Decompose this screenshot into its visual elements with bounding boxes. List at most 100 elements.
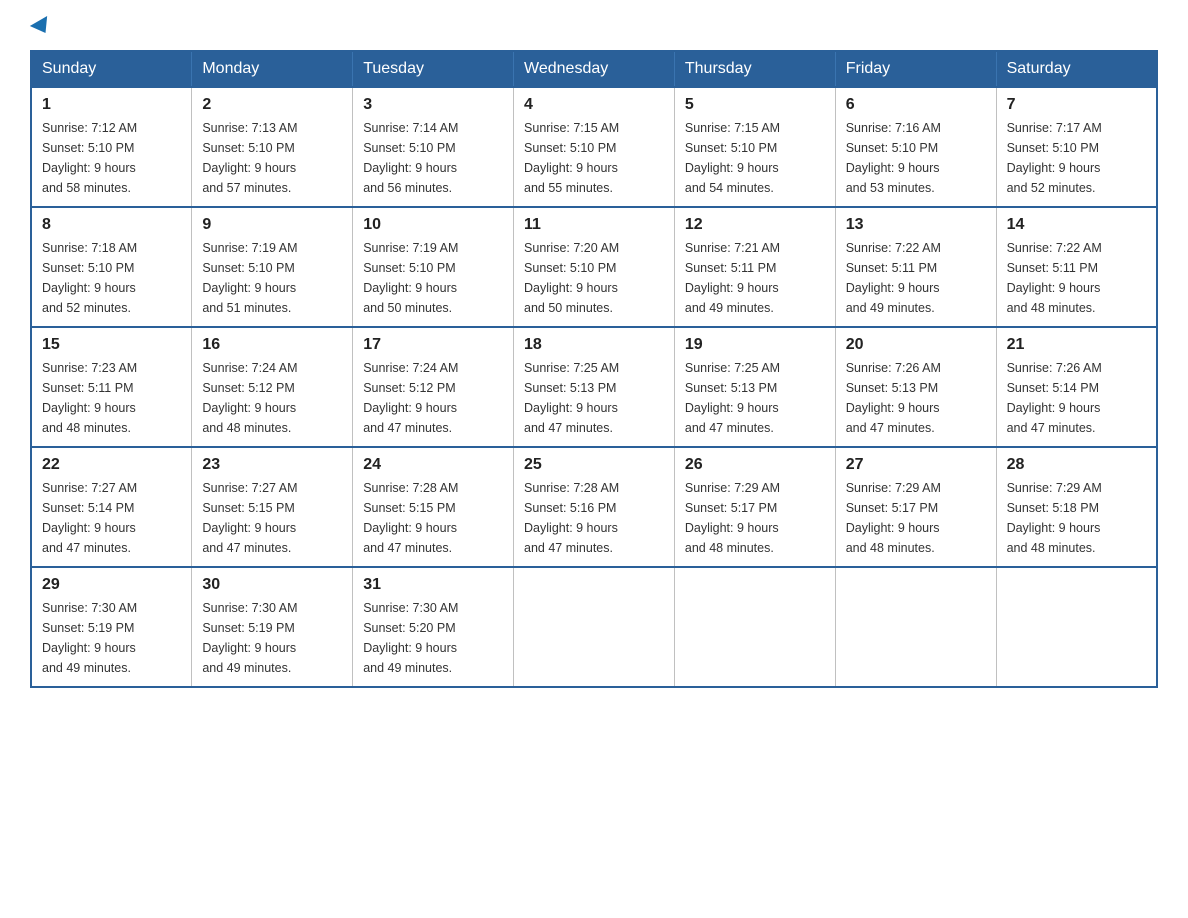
day-detail: Sunrise: 7:25 AMSunset: 5:13 PMDaylight:…	[685, 358, 825, 438]
day-detail: Sunrise: 7:27 AMSunset: 5:15 PMDaylight:…	[202, 478, 342, 558]
weekday-header-wednesday: Wednesday	[514, 51, 675, 87]
day-detail: Sunrise: 7:15 AMSunset: 5:10 PMDaylight:…	[524, 118, 664, 198]
calendar-cell: 11Sunrise: 7:20 AMSunset: 5:10 PMDayligh…	[514, 207, 675, 327]
calendar-cell: 6 Sunrise: 7:16 AMSunset: 5:10 PMDaylight…	[835, 87, 996, 207]
day-detail: Sunrise: 7:13 AMSunset: 5:10 PMDaylight:…	[202, 118, 342, 198]
day-number: 6	[846, 96, 986, 114]
day-number: 8	[42, 216, 181, 234]
logo-triangle-icon	[30, 16, 54, 38]
day-number: 5	[685, 96, 825, 114]
day-detail: Sunrise: 7:19 AMSunset: 5:10 PMDaylight:…	[202, 238, 342, 318]
day-detail: Sunrise: 7:17 AMSunset: 5:10 PMDaylight:…	[1007, 118, 1146, 198]
calendar-cell: 19 Sunrise: 7:25 AMSunset: 5:13 PMDayligh…	[674, 327, 835, 447]
weekday-header-sunday: Sunday	[31, 51, 192, 87]
calendar-cell: 21 Sunrise: 7:26 AMSunset: 5:14 PMDayligh…	[996, 327, 1157, 447]
day-detail: Sunrise: 7:29 AMSunset: 5:17 PMDaylight:…	[685, 478, 825, 558]
calendar-cell: 14Sunrise: 7:22 AMSunset: 5:11 PMDayligh…	[996, 207, 1157, 327]
day-number: 21	[1007, 336, 1146, 354]
calendar-cell: 9 Sunrise: 7:19 AMSunset: 5:10 PMDaylight…	[192, 207, 353, 327]
day-detail: Sunrise: 7:12 AMSunset: 5:10 PMDaylight:…	[42, 118, 181, 198]
day-detail: Sunrise: 7:30 AMSunset: 5:19 PMDaylight:…	[202, 598, 342, 678]
day-detail: Sunrise: 7:26 AMSunset: 5:13 PMDaylight:…	[846, 358, 986, 438]
day-detail: Sunrise: 7:28 AMSunset: 5:15 PMDaylight:…	[363, 478, 503, 558]
calendar-week-row: 1 Sunrise: 7:12 AMSunset: 5:10 PMDaylight…	[31, 87, 1157, 207]
day-number: 25	[524, 456, 664, 474]
day-detail: Sunrise: 7:28 AMSunset: 5:16 PMDaylight:…	[524, 478, 664, 558]
calendar-cell	[514, 567, 675, 687]
day-detail: Sunrise: 7:30 AMSunset: 5:20 PMDaylight:…	[363, 598, 503, 678]
page-header	[30, 20, 1158, 34]
calendar-week-row: 22 Sunrise: 7:27 AMSunset: 5:14 PMDayligh…	[31, 447, 1157, 567]
calendar-cell: 27 Sunrise: 7:29 AMSunset: 5:17 PMDayligh…	[835, 447, 996, 567]
calendar-cell: 3Sunrise: 7:14 AMSunset: 5:10 PMDaylight…	[353, 87, 514, 207]
day-number: 15	[42, 336, 181, 354]
weekday-header-friday: Friday	[835, 51, 996, 87]
day-detail: Sunrise: 7:25 AMSunset: 5:13 PMDaylight:…	[524, 358, 664, 438]
calendar-cell	[996, 567, 1157, 687]
day-detail: Sunrise: 7:24 AMSunset: 5:12 PMDaylight:…	[363, 358, 503, 438]
calendar-cell: 16Sunrise: 7:24 AMSunset: 5:12 PMDayligh…	[192, 327, 353, 447]
calendar-cell: 22 Sunrise: 7:27 AMSunset: 5:14 PMDayligh…	[31, 447, 192, 567]
weekday-header-thursday: Thursday	[674, 51, 835, 87]
calendar-week-row: 15 Sunrise: 7:23 AMSunset: 5:11 PMDayligh…	[31, 327, 1157, 447]
day-detail: Sunrise: 7:18 AMSunset: 5:10 PMDaylight:…	[42, 238, 181, 318]
calendar-cell: 5 Sunrise: 7:15 AMSunset: 5:10 PMDaylight…	[674, 87, 835, 207]
calendar-cell	[835, 567, 996, 687]
day-number: 27	[846, 456, 986, 474]
day-detail: Sunrise: 7:16 AMSunset: 5:10 PMDaylight:…	[846, 118, 986, 198]
calendar-cell: 7 Sunrise: 7:17 AMSunset: 5:10 PMDaylight…	[996, 87, 1157, 207]
day-number: 18	[524, 336, 664, 354]
day-number: 22	[42, 456, 181, 474]
day-number: 16	[202, 336, 342, 354]
day-detail: Sunrise: 7:19 AMSunset: 5:10 PMDaylight:…	[363, 238, 503, 318]
logo	[30, 20, 52, 34]
calendar-cell: 2Sunrise: 7:13 AMSunset: 5:10 PMDaylight…	[192, 87, 353, 207]
calendar-cell: 18 Sunrise: 7:25 AMSunset: 5:13 PMDayligh…	[514, 327, 675, 447]
day-detail: Sunrise: 7:14 AMSunset: 5:10 PMDaylight:…	[363, 118, 503, 198]
day-detail: Sunrise: 7:26 AMSunset: 5:14 PMDaylight:…	[1007, 358, 1146, 438]
day-number: 1	[42, 96, 181, 114]
calendar-cell: 13Sunrise: 7:22 AMSunset: 5:11 PMDayligh…	[835, 207, 996, 327]
calendar-cell: 26Sunrise: 7:29 AMSunset: 5:17 PMDayligh…	[674, 447, 835, 567]
day-number: 9	[202, 216, 342, 234]
calendar-cell: 25 Sunrise: 7:28 AMSunset: 5:16 PMDayligh…	[514, 447, 675, 567]
calendar-cell: 12Sunrise: 7:21 AMSunset: 5:11 PMDayligh…	[674, 207, 835, 327]
weekday-header-tuesday: Tuesday	[353, 51, 514, 87]
day-number: 4	[524, 96, 664, 114]
day-detail: Sunrise: 7:29 AMSunset: 5:18 PMDaylight:…	[1007, 478, 1146, 558]
day-detail: Sunrise: 7:21 AMSunset: 5:11 PMDaylight:…	[685, 238, 825, 318]
calendar-cell: 24Sunrise: 7:28 AMSunset: 5:15 PMDayligh…	[353, 447, 514, 567]
day-number: 31	[363, 576, 503, 594]
calendar-cell: 1 Sunrise: 7:12 AMSunset: 5:10 PMDaylight…	[31, 87, 192, 207]
day-number: 23	[202, 456, 342, 474]
calendar-cell	[674, 567, 835, 687]
calendar-table: SundayMondayTuesdayWednesdayThursdayFrid…	[30, 50, 1158, 688]
day-detail: Sunrise: 7:27 AMSunset: 5:14 PMDaylight:…	[42, 478, 181, 558]
calendar-cell: 31 Sunrise: 7:30 AMSunset: 5:20 PMDayligh…	[353, 567, 514, 687]
day-detail: Sunrise: 7:15 AMSunset: 5:10 PMDaylight:…	[685, 118, 825, 198]
weekday-header-row: SundayMondayTuesdayWednesdayThursdayFrid…	[31, 51, 1157, 87]
calendar-cell: 29 Sunrise: 7:30 AMSunset: 5:19 PMDayligh…	[31, 567, 192, 687]
calendar-cell: 15 Sunrise: 7:23 AMSunset: 5:11 PMDayligh…	[31, 327, 192, 447]
calendar-cell: 10 Sunrise: 7:19 AMSunset: 5:10 PMDayligh…	[353, 207, 514, 327]
day-number: 19	[685, 336, 825, 354]
weekday-header-monday: Monday	[192, 51, 353, 87]
calendar-body: 1 Sunrise: 7:12 AMSunset: 5:10 PMDaylight…	[31, 87, 1157, 687]
day-detail: Sunrise: 7:29 AMSunset: 5:17 PMDaylight:…	[846, 478, 986, 558]
day-number: 28	[1007, 456, 1146, 474]
calendar-week-row: 29 Sunrise: 7:30 AMSunset: 5:19 PMDayligh…	[31, 567, 1157, 687]
calendar-cell: 17 Sunrise: 7:24 AMSunset: 5:12 PMDayligh…	[353, 327, 514, 447]
calendar-cell: 20Sunrise: 7:26 AMSunset: 5:13 PMDayligh…	[835, 327, 996, 447]
day-number: 10	[363, 216, 503, 234]
day-detail: Sunrise: 7:22 AMSunset: 5:11 PMDaylight:…	[1007, 238, 1146, 318]
day-number: 17	[363, 336, 503, 354]
day-number: 29	[42, 576, 181, 594]
calendar-cell: 28 Sunrise: 7:29 AMSunset: 5:18 PMDayligh…	[996, 447, 1157, 567]
calendar-header: SundayMondayTuesdayWednesdayThursdayFrid…	[31, 51, 1157, 87]
calendar-cell: 30Sunrise: 7:30 AMSunset: 5:19 PMDayligh…	[192, 567, 353, 687]
day-detail: Sunrise: 7:30 AMSunset: 5:19 PMDaylight:…	[42, 598, 181, 678]
calendar-cell: 23 Sunrise: 7:27 AMSunset: 5:15 PMDayligh…	[192, 447, 353, 567]
day-number: 7	[1007, 96, 1146, 114]
day-detail: Sunrise: 7:23 AMSunset: 5:11 PMDaylight:…	[42, 358, 181, 438]
day-number: 13	[846, 216, 986, 234]
